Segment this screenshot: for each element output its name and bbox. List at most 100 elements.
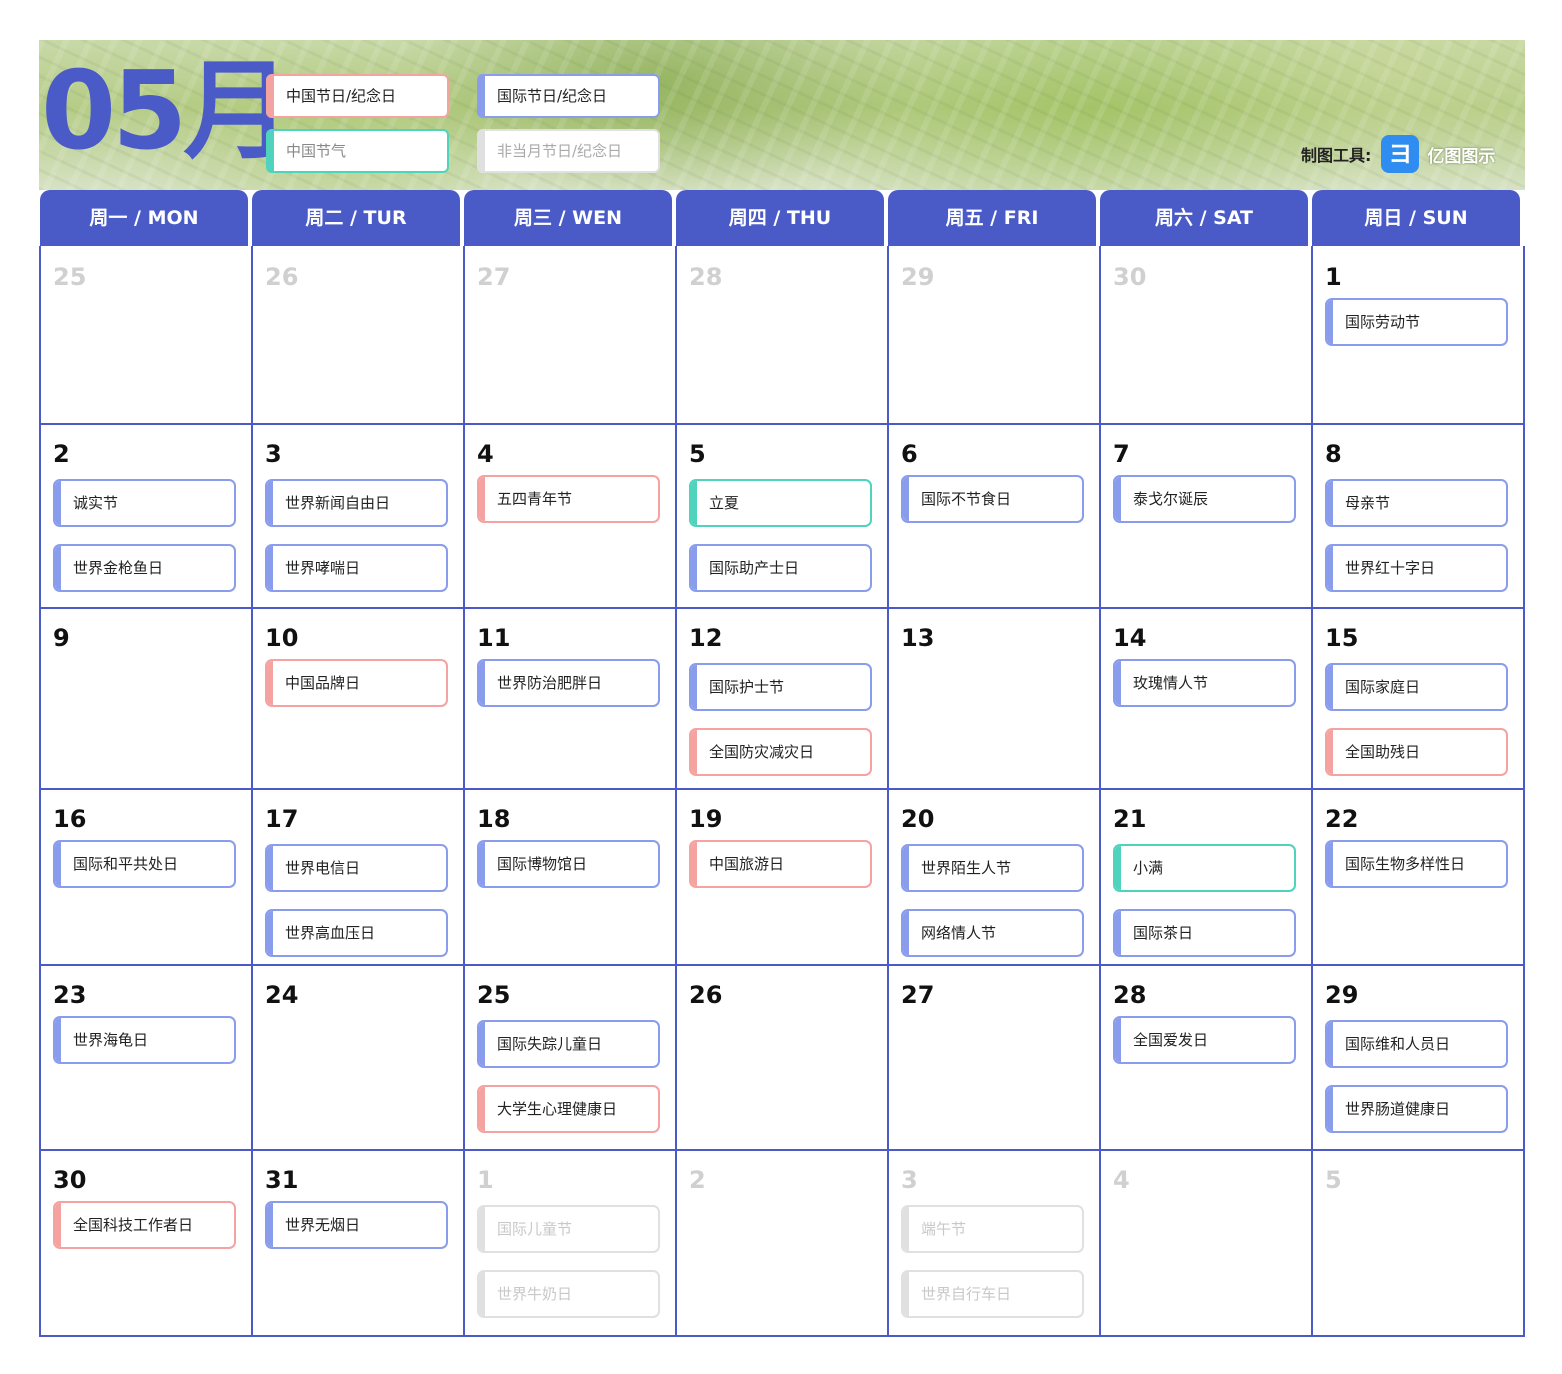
event-chip[interactable]: 全国科技工作者日 xyxy=(53,1201,236,1249)
event-chip[interactable]: 中国旅游日 xyxy=(689,840,872,888)
weekday-header: 周二 / TUR xyxy=(252,190,460,246)
event-chip[interactable]: 国际家庭日 xyxy=(1325,663,1508,711)
day-number: 25 xyxy=(53,263,87,291)
day-cell[interactable]: 18 国际博物馆日 xyxy=(463,788,675,964)
day-cell[interactable]: 13 xyxy=(887,607,1099,788)
event-chip[interactable]: 立夏 xyxy=(689,479,872,527)
event-chip[interactable]: 泰戈尔诞辰 xyxy=(1113,475,1296,523)
day-cell[interactable]: 22 国际生物多样性日 xyxy=(1311,788,1523,964)
event-chip[interactable]: 五四青年节 xyxy=(477,475,660,523)
event-chip[interactable]: 世界自行车日 xyxy=(901,1270,1084,1318)
event-chip[interactable]: 世界电信日 xyxy=(265,844,448,892)
day-cell[interactable]: 7 泰戈尔诞辰 xyxy=(1099,423,1311,607)
event-chip[interactable]: 玫瑰情人节 xyxy=(1113,659,1296,707)
day-cell[interactable]: 28 全国爱发日 xyxy=(1099,964,1311,1149)
event-chip[interactable]: 国际茶日 xyxy=(1113,909,1296,957)
event-chip[interactable]: 中国品牌日 xyxy=(265,659,448,707)
day-cell[interactable]: 30 xyxy=(1099,246,1311,423)
event-chip[interactable]: 国际维和人员日 xyxy=(1325,1020,1508,1068)
event-chip[interactable]: 国际失踪儿童日 xyxy=(477,1020,660,1068)
event-chip[interactable]: 世界陌生人节 xyxy=(901,844,1084,892)
day-number: 18 xyxy=(477,805,511,833)
event-chip[interactable]: 国际护士节 xyxy=(689,663,872,711)
day-cell[interactable]: 21 小满 国际茶日 xyxy=(1099,788,1311,964)
day-cell[interactable]: 2 xyxy=(675,1149,887,1335)
day-cell[interactable]: 3 世界新闻自由日 世界哮喘日 xyxy=(251,423,463,607)
event-chip[interactable]: 全国助残日 xyxy=(1325,728,1508,776)
day-cell[interactable]: 1 国际儿童节 世界牛奶日 xyxy=(463,1149,675,1335)
event-chip[interactable]: 诚实节 xyxy=(53,479,236,527)
day-cell[interactable]: 25 国际失踪儿童日 大学生心理健康日 xyxy=(463,964,675,1149)
event-chip[interactable]: 国际博物馆日 xyxy=(477,840,660,888)
day-cell[interactable]: 28 xyxy=(675,246,887,423)
event-chip[interactable]: 世界哮喘日 xyxy=(265,544,448,592)
event-chip[interactable]: 国际儿童节 xyxy=(477,1205,660,1253)
day-cell[interactable]: 12 国际护士节 全国防灾减灾日 xyxy=(675,607,887,788)
day-number: 26 xyxy=(689,981,723,1009)
day-cell[interactable]: 16 国际和平共处日 xyxy=(39,788,251,964)
event-chip[interactable]: 母亲节 xyxy=(1325,479,1508,527)
day-number: 8 xyxy=(1325,440,1342,468)
day-number: 22 xyxy=(1325,805,1359,833)
day-cell[interactable]: 19 中国旅游日 xyxy=(675,788,887,964)
event-chip[interactable]: 世界金枪鱼日 xyxy=(53,544,236,592)
event-chip[interactable]: 国际劳动节 xyxy=(1325,298,1508,346)
event-chip[interactable]: 世界防治肥胖日 xyxy=(477,659,660,707)
month-title: 05月 xyxy=(41,49,291,174)
event-chip[interactable]: 小满 xyxy=(1113,844,1296,892)
legend-cn-holiday: 中国节日/纪念日 xyxy=(266,74,449,118)
day-cell[interactable]: 9 xyxy=(39,607,251,788)
event-chip[interactable]: 国际和平共处日 xyxy=(53,840,236,888)
day-cell[interactable]: 31 世界无烟日 xyxy=(251,1149,463,1335)
day-cell[interactable]: 1 国际劳动节 xyxy=(1311,246,1523,423)
day-cell[interactable]: 5 xyxy=(1311,1149,1523,1335)
weekday-header: 周日 / SUN xyxy=(1312,190,1520,246)
day-cell[interactable]: 26 xyxy=(251,246,463,423)
day-number: 24 xyxy=(265,981,299,1009)
day-cell[interactable]: 29 xyxy=(887,246,1099,423)
event-chip[interactable]: 国际助产士日 xyxy=(689,544,872,592)
day-cell[interactable]: 29 国际维和人员日 世界肠道健康日 xyxy=(1311,964,1523,1149)
event-chip[interactable]: 世界牛奶日 xyxy=(477,1270,660,1318)
event-chip[interactable]: 世界红十字日 xyxy=(1325,544,1508,592)
day-cell[interactable]: 4 五四青年节 xyxy=(463,423,675,607)
day-cell[interactable]: 26 xyxy=(675,964,887,1149)
day-cell[interactable]: 2 诚实节 世界金枪鱼日 xyxy=(39,423,251,607)
legend-other-month: 非当月节日/纪念日 xyxy=(477,129,660,173)
event-chip[interactable]: 国际不节食日 xyxy=(901,475,1084,523)
day-cell[interactable]: 27 xyxy=(887,964,1099,1149)
day-number: 19 xyxy=(689,805,723,833)
event-chip[interactable]: 网络情人节 xyxy=(901,909,1084,957)
day-cell[interactable]: 15 国际家庭日 全国助残日 xyxy=(1311,607,1523,788)
day-number: 4 xyxy=(477,440,494,468)
day-cell[interactable]: 6 国际不节食日 xyxy=(887,423,1099,607)
day-cell[interactable]: 20 世界陌生人节 网络情人节 xyxy=(887,788,1099,964)
event-chip[interactable]: 国际生物多样性日 xyxy=(1325,840,1508,888)
day-cell[interactable]: 23 世界海龟日 xyxy=(39,964,251,1149)
event-chip[interactable]: 世界海龟日 xyxy=(53,1016,236,1064)
day-number: 3 xyxy=(265,440,282,468)
day-cell[interactable]: 10 中国品牌日 xyxy=(251,607,463,788)
day-cell[interactable]: 14 玫瑰情人节 xyxy=(1099,607,1311,788)
day-cell[interactable]: 17 世界电信日 世界高血压日 xyxy=(251,788,463,964)
day-number: 16 xyxy=(53,805,87,833)
day-number: 9 xyxy=(53,624,70,652)
event-chip[interactable]: 世界新闻自由日 xyxy=(265,479,448,527)
event-chip[interactable]: 世界无烟日 xyxy=(265,1201,448,1249)
event-chip[interactable]: 世界高血压日 xyxy=(265,909,448,957)
event-chip[interactable]: 端午节 xyxy=(901,1205,1084,1253)
event-chip[interactable]: 全国防灾减灾日 xyxy=(689,728,872,776)
grid-line xyxy=(39,1335,1525,1337)
day-cell[interactable]: 24 xyxy=(251,964,463,1149)
event-chip[interactable]: 大学生心理健康日 xyxy=(477,1085,660,1133)
day-cell[interactable]: 25 xyxy=(39,246,251,423)
event-chip[interactable]: 全国爱发日 xyxy=(1113,1016,1296,1064)
day-cell[interactable]: 11 世界防治肥胖日 xyxy=(463,607,675,788)
day-cell[interactable]: 5 立夏 国际助产士日 xyxy=(675,423,887,607)
day-cell[interactable]: 4 xyxy=(1099,1149,1311,1335)
day-cell[interactable]: 27 xyxy=(463,246,675,423)
event-chip[interactable]: 世界肠道健康日 xyxy=(1325,1085,1508,1133)
day-cell[interactable]: 3 端午节 世界自行车日 xyxy=(887,1149,1099,1335)
day-cell[interactable]: 8 母亲节世界红十字日 xyxy=(1311,423,1523,607)
day-cell[interactable]: 30 全国科技工作者日 xyxy=(39,1149,251,1335)
